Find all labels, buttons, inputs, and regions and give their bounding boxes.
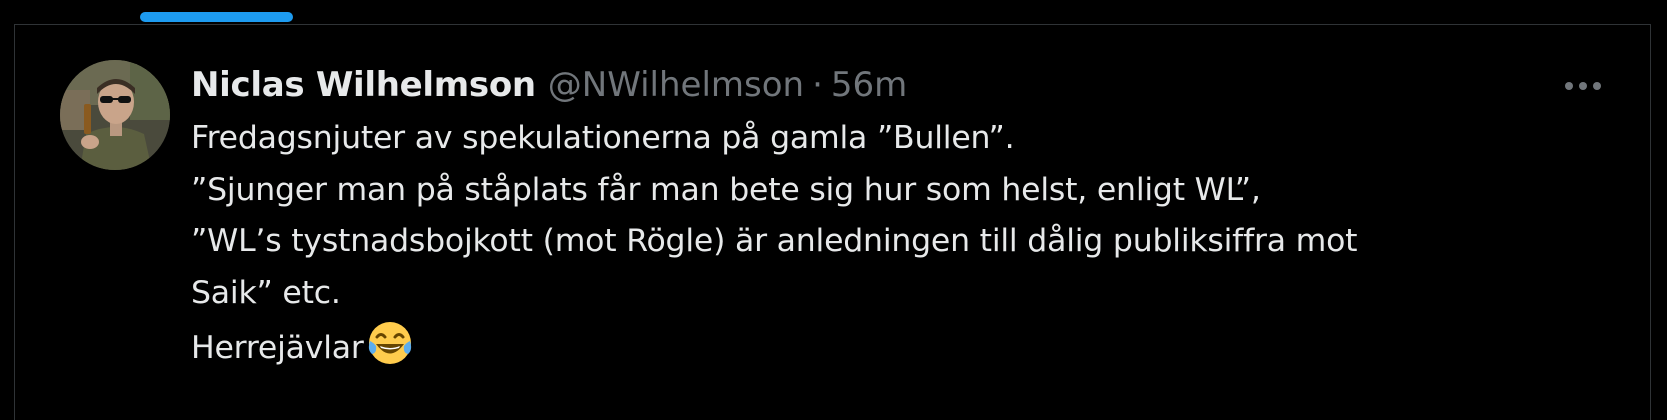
active-tab-indicator (140, 12, 293, 22)
tweet-text-line: Fredagsnjuter av spekulationerna på gaml… (191, 120, 1015, 156)
avatar[interactable] (60, 60, 170, 170)
tweet-text-line: Herrejävlar (191, 330, 364, 366)
tweet-text-line: Saik” etc. (191, 274, 341, 311)
timeline-border-right (1650, 24, 1651, 420)
tweet-text: Fredagsnjuter av spekulationerna på gaml… (191, 113, 1601, 384)
tweet-text-line: ”WL’s tystnadsbojkott (mot Rögle) är anl… (191, 223, 1358, 259)
face-with-tears-of-joy-icon (366, 319, 414, 384)
tweet-timestamp[interactable]: 56m (831, 61, 907, 109)
timeline-frame: Niclas Wilhelmson @NWilhelmson · 56m Fre… (0, 0, 1667, 420)
tweet-text-line: ”Sjunger man på ståplats får man bete si… (191, 171, 1261, 208)
author-display-name[interactable]: Niclas Wilhelmson (191, 61, 536, 109)
tweet-content: Niclas Wilhelmson @NWilhelmson · 56m Fre… (191, 61, 1601, 384)
author-handle[interactable]: @NWilhelmson (548, 61, 804, 109)
more-options-button[interactable] (1555, 70, 1611, 102)
more-horizontal-icon (1565, 82, 1601, 90)
tweet-text-last-line: Herrejävlar (191, 319, 1601, 384)
tweet-card[interactable]: Niclas Wilhelmson @NWilhelmson · 56m Fre… (15, 25, 1650, 420)
tweet-header: Niclas Wilhelmson @NWilhelmson · 56m (191, 61, 1601, 109)
profile-photo-icon (60, 60, 170, 170)
header-separator: · (812, 65, 823, 105)
